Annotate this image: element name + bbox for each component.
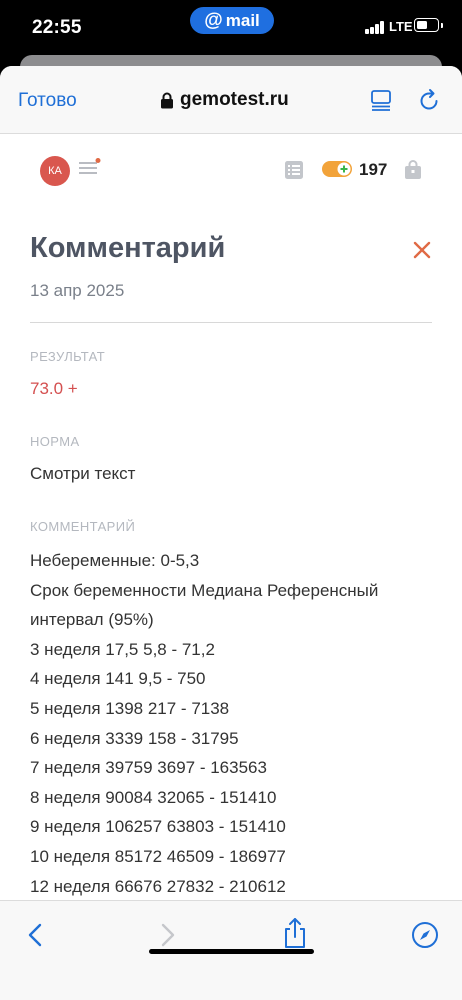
browser-sheet: Готово gemotest.ru КА 197 Комментарий 13…	[0, 66, 462, 1000]
comment-line: 4 неделя 141 9,5 - 750	[30, 669, 206, 689]
signal-icon	[365, 21, 385, 34]
comment-text: Небеременные: 0-5,3 Срок беременности Ме…	[30, 546, 430, 901]
bonus-count: 197	[359, 160, 388, 179]
domain-text: gemotest.ru	[180, 89, 289, 110]
reload-icon[interactable]	[417, 88, 441, 112]
avatar[interactable]: КА	[40, 156, 70, 186]
compass-icon[interactable]	[411, 921, 439, 949]
comment-line: 5 неделя 1398 217 - 7138	[30, 698, 230, 718]
close-icon[interactable]	[412, 240, 432, 260]
comment-line: 9 неделя 106257 63803 - 151410	[30, 817, 286, 837]
address-bar[interactable]: gemotest.ru	[160, 89, 289, 111]
comment-line: 8 неделя 90084 32065 - 151410	[30, 787, 277, 807]
comment-line: 6 неделя 3339 158 - 31795	[30, 728, 239, 748]
menu-icon[interactable]	[79, 158, 101, 176]
comment-line: 3 неделя 17,5 5,8 - 71,2	[30, 639, 215, 659]
home-indicator	[149, 949, 314, 954]
battery-icon	[414, 18, 443, 32]
mail-pill-label: mail	[225, 10, 260, 30]
comment-line: Небеременные: 0-5,3	[30, 551, 200, 570]
comment-label: КОММЕНТАРИЙ	[30, 519, 136, 534]
reader-icon[interactable]	[370, 89, 392, 111]
clock: 22:55	[32, 17, 82, 38]
norm-label: НОРМА	[30, 434, 80, 449]
mail-pill[interactable]: @ mail	[190, 7, 274, 34]
result-date: 13 апр 2025	[30, 281, 125, 300]
back-icon[interactable]	[22, 921, 50, 949]
done-button[interactable]: Готово	[18, 90, 77, 112]
comment-line: 7 неделя 39759 3697 - 163563	[30, 758, 267, 778]
norm-value: Смотри текст	[30, 464, 136, 483]
comment-line: 10 неделя 85172 46509 - 186977	[30, 846, 286, 866]
network-type: LTE	[389, 19, 413, 34]
browser-top-bar: Готово gemotest.ru	[0, 66, 462, 134]
result-value: 73.0 +	[30, 379, 78, 398]
share-icon[interactable]	[281, 917, 309, 949]
cart-icon[interactable]	[404, 160, 422, 180]
bonus-icon[interactable]	[322, 160, 352, 178]
lock-icon	[161, 92, 173, 108]
forward-icon[interactable]	[153, 921, 181, 949]
comment-line: 12 неделя 66676 27832 - 210612	[30, 876, 286, 896]
page-title: Комментарий	[30, 232, 226, 264]
status-bar: 22:55 @ mail LTE	[0, 0, 462, 54]
divider	[30, 322, 432, 323]
at-icon: @	[204, 9, 223, 31]
comment-line: Срок беременности Медиана Референсный ин…	[30, 580, 379, 630]
result-label: РЕЗУЛЬТАТ	[30, 349, 106, 364]
browser-bottom-bar	[0, 900, 462, 1000]
avatar-initials: КА	[48, 165, 62, 177]
list-icon[interactable]	[284, 160, 304, 180]
